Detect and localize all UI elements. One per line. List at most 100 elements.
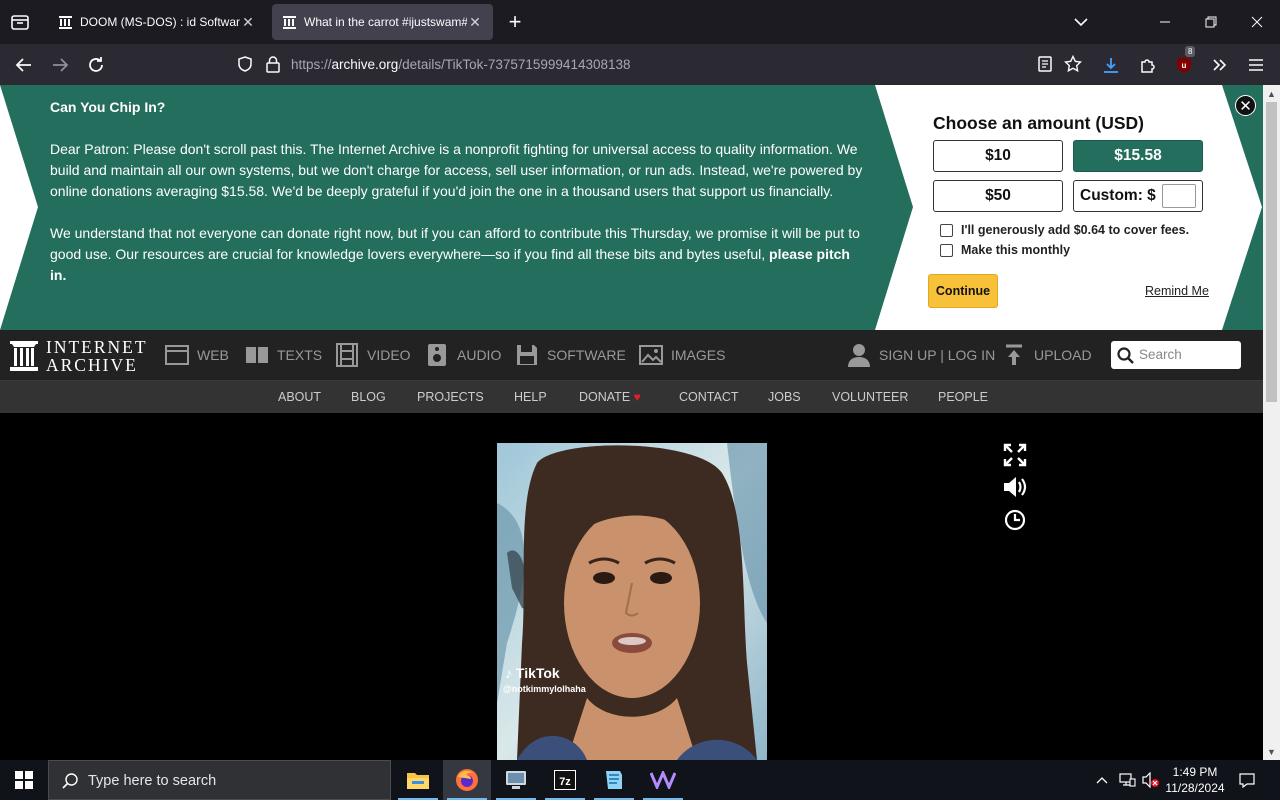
- tiktok-wordmark: TikTok: [515, 665, 560, 681]
- user-icon: [847, 343, 871, 367]
- nav-audio[interactable]: AUDIO: [425, 342, 501, 368]
- page-scrollbar[interactable]: ▲ ▼: [1263, 85, 1280, 760]
- nav-video[interactable]: VIDEO: [335, 342, 411, 368]
- upload-arrow-icon: [1002, 343, 1026, 367]
- tab-doom[interactable]: DOOM (MS-DOS) : id Software ✕: [48, 4, 266, 40]
- archive-building-icon: [10, 341, 38, 371]
- amount-15-58-button[interactable]: $15.58: [1073, 140, 1203, 172]
- banner-paragraph-2: We understand that not everyone can dona…: [50, 223, 865, 286]
- lock-icon[interactable]: [264, 55, 282, 73]
- nav-texts[interactable]: TEXTS: [245, 342, 322, 368]
- taskbar-search-box[interactable]: Type here to search: [48, 760, 391, 800]
- taskbar-firefox[interactable]: [443, 760, 491, 800]
- url-text[interactable]: https://archive.org/details/TikTok-73757…: [291, 57, 631, 72]
- nav-web[interactable]: WEB: [165, 342, 229, 368]
- taskbar-app-6[interactable]: [639, 760, 687, 800]
- subnav-volunteer[interactable]: VOLUNTEER: [832, 390, 908, 404]
- heart-icon: ♥: [633, 390, 641, 404]
- taskbar-file-explorer[interactable]: [394, 760, 442, 800]
- remind-me-link[interactable]: Remind Me: [1145, 284, 1209, 298]
- custom-amount-input[interactable]: [1161, 184, 1196, 208]
- nav-software-label: SOFTWARE: [547, 347, 626, 363]
- bookmark-star-icon[interactable]: [1063, 54, 1083, 73]
- sign-up-log-in-link[interactable]: SIGN UP | LOG IN: [847, 342, 995, 368]
- amount-50-button[interactable]: $50: [933, 180, 1063, 212]
- minimize-icon[interactable]: [1142, 0, 1188, 44]
- network-icon[interactable]: [1116, 760, 1138, 800]
- nav-images[interactable]: IMAGES: [639, 342, 725, 368]
- tab-list-icon[interactable]: [8, 10, 32, 34]
- hamburger-menu-icon[interactable]: [1243, 52, 1269, 78]
- subnav-jobs[interactable]: JOBS: [768, 390, 801, 404]
- tiktok-watermark: ♪ TikTok @notkimmylolhaha: [503, 665, 586, 694]
- amount-10-button[interactable]: $10: [933, 140, 1063, 172]
- cover-fees-checkbox[interactable]: [940, 223, 953, 237]
- scrollbar-thumb[interactable]: [1266, 102, 1277, 402]
- network-app-icon: [506, 771, 526, 789]
- continue-button[interactable]: Continue: [928, 274, 998, 308]
- internet-archive-logo[interactable]: INTERNET ARCHIVE: [10, 338, 148, 374]
- video-editor-app-icon: [650, 771, 676, 789]
- start-button[interactable]: [0, 760, 48, 800]
- close-banner-icon[interactable]: ✕: [1235, 95, 1256, 116]
- forward-icon: [47, 52, 73, 78]
- book-icon: [245, 343, 269, 367]
- scroll-up-arrow-icon[interactable]: ▲: [1263, 85, 1280, 102]
- tracking-shield-icon[interactable]: [236, 55, 254, 73]
- svg-text:7z: 7z: [559, 776, 571, 788]
- new-tab-icon[interactable]: +: [504, 10, 526, 34]
- tab-overflow-chevron-icon[interactable]: [1070, 12, 1092, 32]
- monthly-checkbox[interactable]: [940, 243, 953, 257]
- nav-software[interactable]: SOFTWARE: [515, 342, 626, 368]
- scroll-down-arrow-icon[interactable]: ▼: [1263, 743, 1280, 760]
- archive-top-nav: INTERNET ARCHIVE WEB TEXTS VIDEO AUDIO S…: [0, 330, 1263, 380]
- notifications-icon[interactable]: [1234, 760, 1260, 800]
- url-bar[interactable]: https://archive.org/details/TikTok-73757…: [230, 49, 1083, 80]
- close-tab-icon[interactable]: ✕: [240, 14, 256, 31]
- restore-icon[interactable]: [1188, 0, 1234, 44]
- tab-carrot[interactable]: What in the carrot #ijustswam# ✕: [272, 4, 493, 40]
- subnav-projects[interactable]: PROJECTS: [417, 390, 484, 404]
- subnav-blog[interactable]: BLOG: [351, 390, 386, 404]
- reader-view-icon[interactable]: [1036, 55, 1054, 73]
- volume-icon[interactable]: [1002, 474, 1028, 500]
- sign-up-label: SIGN UP | LOG IN: [879, 347, 996, 363]
- taskbar-app-5[interactable]: [590, 760, 638, 800]
- ublock-origin-icon[interactable]: u 8: [1171, 46, 1197, 78]
- downloads-icon[interactable]: [1098, 52, 1124, 78]
- addon-badge: 8: [1185, 46, 1196, 57]
- taskbar-7zip[interactable]: 7z: [541, 760, 589, 800]
- close-tab-icon[interactable]: ✕: [467, 14, 483, 31]
- logo-line-1: INTERNET: [46, 337, 148, 357]
- subnav-about[interactable]: ABOUT: [278, 390, 321, 404]
- video-player[interactable]: ♪ TikTok @notkimmylolhaha: [497, 443, 767, 760]
- reload-icon[interactable]: [83, 52, 109, 78]
- upload-link[interactable]: UPLOAD: [1002, 342, 1092, 368]
- clock-icon[interactable]: [1002, 507, 1028, 533]
- clock-time: 1:49 PM: [1172, 765, 1218, 779]
- subnav-contact[interactable]: CONTACT: [679, 390, 739, 404]
- windows-logo-icon: [15, 771, 33, 789]
- banner-heading: Can You Chip In?: [50, 99, 166, 115]
- monthly-checkbox-row[interactable]: Make this monthly: [940, 242, 1070, 258]
- subnav-help[interactable]: HELP: [514, 390, 547, 404]
- fullscreen-icon[interactable]: [1002, 442, 1028, 468]
- custom-amount-box[interactable]: Custom: $: [1073, 180, 1203, 212]
- nav-audio-label: AUDIO: [457, 347, 502, 363]
- nav-texts-label: TEXTS: [277, 347, 323, 363]
- film-strip-icon: [335, 343, 359, 367]
- more-tools-chevrons-icon[interactable]: [1206, 52, 1232, 78]
- clock-date: 11/28/2024: [1165, 781, 1225, 795]
- archive-search-input[interactable]: Search: [1111, 341, 1241, 369]
- video-frame: [497, 443, 767, 760]
- subnav-donate[interactable]: DONATE ♥: [579, 390, 641, 404]
- close-window-icon[interactable]: [1234, 0, 1280, 44]
- extensions-puzzle-icon[interactable]: [1135, 52, 1161, 78]
- back-icon[interactable]: [11, 52, 37, 78]
- volume-muted-icon[interactable]: [1140, 760, 1162, 800]
- system-clock[interactable]: 1:49 PM 11/28/2024: [1162, 764, 1228, 796]
- subnav-people[interactable]: PEOPLE: [938, 390, 988, 404]
- taskbar-app-3[interactable]: [492, 760, 540, 800]
- cover-fees-checkbox-row[interactable]: I'll generously add $0.64 to cover fees.: [940, 222, 1189, 238]
- show-hidden-icons-chevron-icon[interactable]: [1092, 760, 1112, 800]
